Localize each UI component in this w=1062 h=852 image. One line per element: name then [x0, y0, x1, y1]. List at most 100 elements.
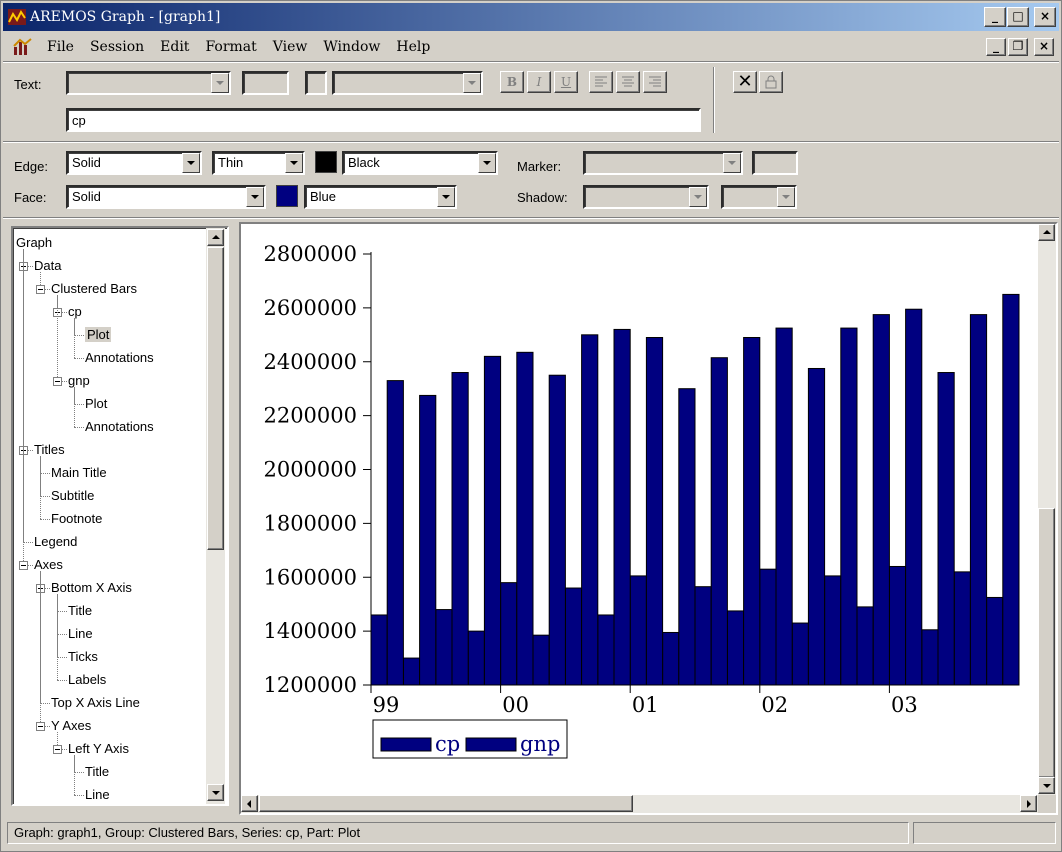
tree-node-titles[interactable]: Titles — [34, 442, 65, 457]
bar-gnp — [807, 367, 826, 686]
lock-button[interactable] — [759, 71, 783, 93]
tree-node-annotations[interactable]: Annotations — [85, 350, 154, 365]
scroll-right-arrow-icon[interactable] — [1020, 795, 1037, 812]
doc-restore-button[interactable]: ❐ — [1008, 38, 1028, 56]
tree-node-subtitle[interactable]: Subtitle — [51, 488, 94, 503]
edge-width-select[interactable]: Thin — [212, 151, 305, 175]
tree-node-bottom-x-axis[interactable]: Bottom X Axis — [51, 580, 132, 595]
doc-close-button[interactable]: × — [1034, 38, 1054, 56]
face-color-select[interactable]: Blue — [304, 185, 457, 209]
bar-gnp — [548, 374, 566, 686]
tree-node-line[interactable]: Line — [68, 626, 93, 641]
tree-node-axes[interactable]: Axes — [34, 557, 63, 572]
bar-cp — [435, 609, 453, 686]
bar-cp — [824, 575, 842, 686]
face-style-value: Solid — [72, 189, 101, 204]
scroll-up-arrow-icon[interactable] — [1038, 224, 1055, 241]
tree-node-title[interactable]: Title — [68, 603, 92, 618]
shadow-offset-select[interactable] — [721, 185, 797, 209]
tree-node-data[interactable]: Data — [34, 258, 61, 273]
bar-chart[interactable]: 2800000 2600000 2400000 2200000 2000000 18000… — [241, 224, 1038, 795]
tree-node-ticks[interactable]: Ticks — [68, 649, 98, 664]
scroll-thumb[interactable] — [207, 247, 224, 550]
tree-node-plot[interactable]: Plot — [85, 396, 107, 411]
bar-gnp — [905, 308, 923, 686]
text-color-select[interactable] — [332, 71, 483, 95]
marker-select[interactable] — [583, 151, 743, 175]
doc-minimize-button[interactable]: _ — [986, 38, 1006, 56]
edge-color-select[interactable]: Black — [342, 151, 498, 175]
menu-window[interactable]: Window — [315, 39, 388, 55]
bold-button[interactable]: B — [500, 71, 524, 93]
minimize-button[interactable]: _ — [984, 7, 1006, 27]
tree-node-cp[interactable]: cp — [68, 304, 82, 319]
menu-session[interactable]: Session — [82, 39, 152, 55]
text-color-swatch[interactable] — [305, 71, 327, 95]
face-label: Face: — [14, 190, 47, 205]
underline-button[interactable]: U — [554, 71, 578, 93]
separator — [3, 61, 1059, 63]
shadow-label: Shadow: — [517, 190, 568, 205]
separator — [3, 141, 1059, 143]
scroll-thumb[interactable] — [259, 795, 633, 812]
edge-style-select[interactable]: Solid — [66, 151, 202, 175]
tree-node-line[interactable]: Line — [85, 787, 110, 802]
align-center-button[interactable] — [616, 71, 640, 93]
bar-cp — [370, 614, 388, 686]
y-tick-label: 1200000 — [263, 673, 357, 697]
tree-node-footnote[interactable]: Footnote — [51, 511, 102, 526]
tree-node-left-y-axis[interactable]: Left Y Axis — [68, 741, 129, 756]
tree-node-legend[interactable]: Legend — [34, 534, 77, 549]
x-tick-label: 00 — [502, 693, 529, 717]
font-size-field[interactable] — [242, 71, 289, 95]
document-icon[interactable] — [13, 38, 33, 56]
font-select[interactable] — [66, 71, 231, 95]
tree-node-title[interactable]: Title — [85, 764, 109, 779]
text-input[interactable]: cp — [66, 108, 701, 132]
face-color-swatch[interactable] — [276, 185, 298, 207]
toolbar-divider — [713, 67, 715, 133]
menu-help[interactable]: Help — [388, 39, 438, 55]
align-left-button[interactable] — [589, 71, 613, 93]
tree-node-main-title[interactable]: Main Title — [51, 465, 107, 480]
close-button[interactable]: × — [1034, 7, 1056, 27]
tree-node-y-axes[interactable]: Y Axes — [51, 718, 91, 733]
tree-node-clustered-bars[interactable]: Clustered Bars — [51, 281, 137, 296]
face-style-select[interactable]: Solid — [66, 185, 266, 209]
tree-node-gnp[interactable]: gnp — [68, 373, 90, 388]
bar-gnp — [386, 380, 404, 686]
window-title: AREMOS Graph - [graph1] — [30, 9, 221, 25]
collapse-icon[interactable] — [36, 285, 45, 294]
menu-edit[interactable]: Edit — [152, 39, 197, 55]
collapse-icon[interactable] — [19, 561, 28, 570]
scroll-down-arrow-icon[interactable] — [207, 784, 224, 801]
edge-color-swatch[interactable] — [315, 151, 337, 173]
menu-format[interactable]: Format — [197, 39, 264, 55]
italic-button[interactable]: I — [527, 71, 551, 93]
collapse-icon[interactable] — [53, 377, 62, 386]
align-right-button[interactable] — [643, 71, 667, 93]
scroll-left-arrow-icon[interactable] — [241, 795, 258, 812]
collapse-icon[interactable] — [36, 722, 45, 731]
tree-node-annotations[interactable]: Annotations — [85, 419, 154, 434]
title-bar[interactable]: AREMOS Graph - [graph1] — [3, 3, 1059, 31]
scroll-down-arrow-icon[interactable] — [1038, 777, 1055, 794]
tree-node-labels[interactable]: Labels — [68, 672, 106, 687]
shadow-select[interactable] — [583, 185, 709, 209]
scroll-thumb[interactable] — [1038, 508, 1055, 778]
tree-node-top-x-axis-line[interactable]: Top X Axis Line — [51, 695, 140, 710]
chevron-down-icon — [246, 187, 264, 207]
restore-icon: ❐ — [1012, 39, 1024, 53]
tree-node-graph[interactable]: Graph — [16, 235, 52, 250]
maximize-button[interactable]: □ — [1007, 7, 1029, 27]
tree-vertical-scrollbar[interactable] — [206, 228, 225, 804]
menu-file[interactable]: File — [39, 39, 82, 55]
delete-button[interactable]: ✕ — [733, 71, 757, 93]
chart-horizontal-scrollbar[interactable] — [241, 795, 1038, 813]
collapse-icon[interactable] — [53, 745, 62, 754]
menu-view[interactable]: View — [265, 39, 316, 55]
scroll-up-arrow-icon[interactable] — [207, 229, 224, 246]
marker-size-field[interactable] — [752, 151, 798, 175]
tree-node-plot[interactable]: Plot — [85, 327, 112, 342]
chart-vertical-scrollbar[interactable] — [1038, 224, 1056, 795]
